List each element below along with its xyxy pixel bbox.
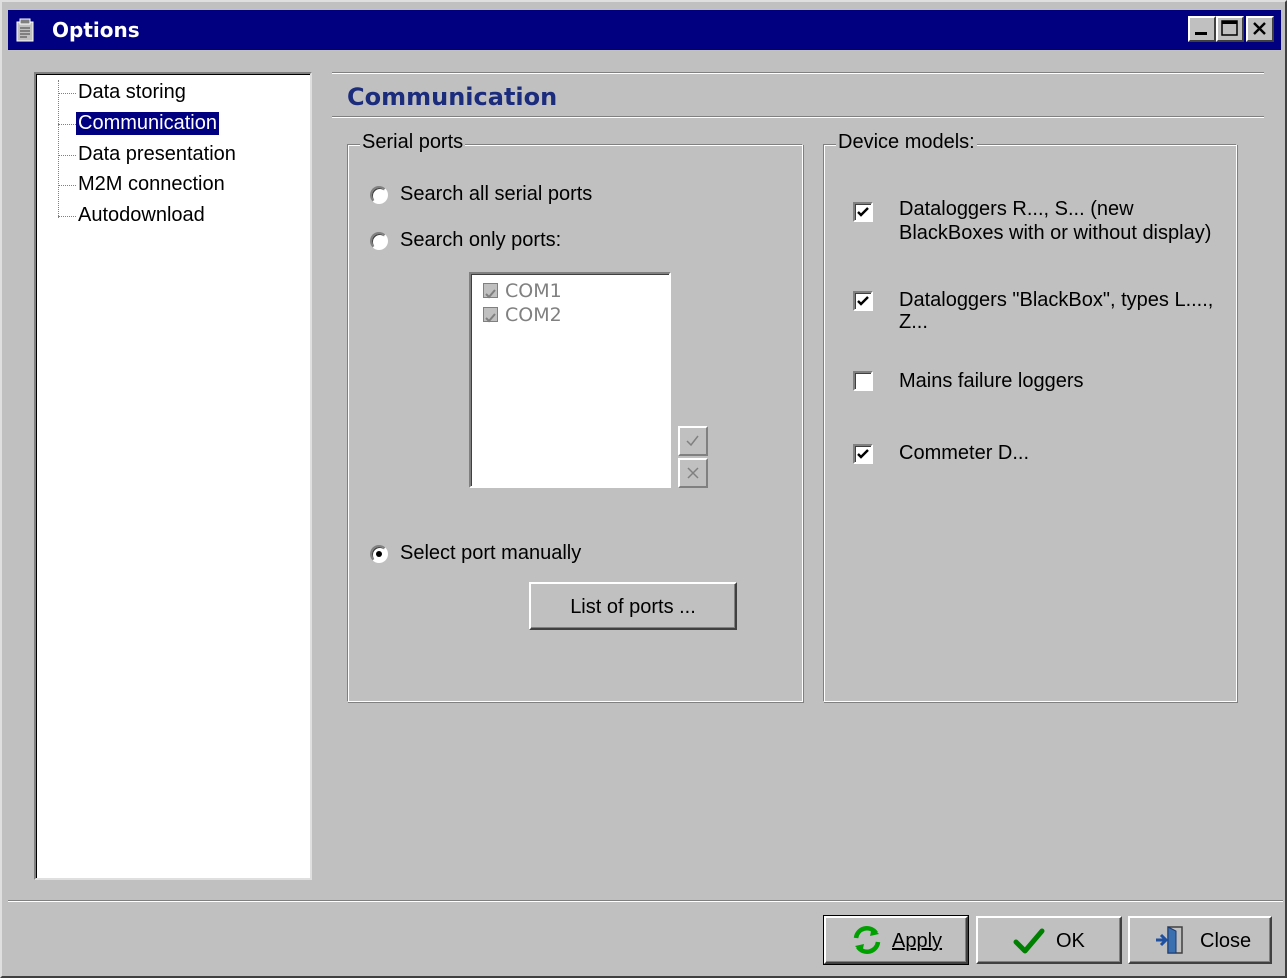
ok-button[interactable]: OK <box>976 916 1122 964</box>
checkmark-icon <box>1013 928 1045 954</box>
tree-item-label: Autodownload <box>78 204 205 226</box>
tree-item-label: M2M connection <box>78 173 225 195</box>
button-label: Apply <box>892 930 943 952</box>
checkbox-commeter[interactable] <box>853 444 873 464</box>
cross-icon <box>687 467 699 479</box>
header-divider-top <box>332 72 1264 74</box>
tree-guide-line <box>58 80 59 218</box>
window-title: Options <box>52 18 140 42</box>
checkbox-label-line2: BlackBoxes with or without display) <box>899 222 1212 244</box>
checkbox-dataloggers-blackbox[interactable] <box>853 291 873 311</box>
checkbox-label: Commeter D... <box>899 442 1030 464</box>
tree-connector <box>58 124 76 125</box>
page-title: Communication <box>347 83 558 111</box>
tree-connector <box>58 216 76 217</box>
checkmark-icon <box>857 207 869 217</box>
list-of-ports-button[interactable]: List of ports ... <box>529 582 737 630</box>
tree-item-label: Data presentation <box>78 143 236 165</box>
clipboard-icon <box>14 18 36 42</box>
checkbox-icon <box>483 283 498 299</box>
radio-search-only-ports[interactable] <box>370 232 388 250</box>
title-bar[interactable]: Options <box>8 10 1281 50</box>
tree-connector <box>58 93 76 94</box>
options-tree[interactable]: Data storing Communication Data presenta… <box>34 72 312 880</box>
header-divider-bottom <box>332 116 1264 118</box>
checkmark-icon <box>857 449 869 459</box>
radio-select-port-manually[interactable] <box>370 545 388 563</box>
checkbox-icon <box>483 307 498 323</box>
tree-connector <box>58 185 76 186</box>
footer-divider <box>8 900 1283 902</box>
port-label: COM1 <box>505 280 562 302</box>
radio-label: Search all serial ports <box>400 183 593 205</box>
maximize-icon <box>1221 20 1238 36</box>
group-caption: Serial ports <box>360 131 466 154</box>
port-list[interactable]: COM1 COM2 <box>469 272 671 488</box>
button-label: OK <box>1056 930 1085 952</box>
checkbox-label: Dataloggers "BlackBox", types L...., <box>899 289 1214 311</box>
checkbox-mains-failure-loggers[interactable] <box>853 371 873 391</box>
close-button[interactable]: Close <box>1128 916 1272 964</box>
refresh-icon <box>853 925 881 955</box>
group-caption: Device models: <box>836 131 977 154</box>
checkbox-label-line2: Z... <box>899 311 928 333</box>
port-label: COM2 <box>505 304 562 326</box>
minimize-button[interactable] <box>1188 16 1216 42</box>
check-all-button[interactable] <box>678 426 708 456</box>
checkbox-label: Dataloggers R..., S... (new <box>899 198 1134 220</box>
door-exit-icon <box>1156 926 1183 954</box>
close-window-button[interactable] <box>1246 16 1274 42</box>
radio-label: Select port manually <box>400 542 582 564</box>
minimize-icon <box>1195 32 1207 35</box>
radio-label: Search only ports: <box>400 229 562 251</box>
tree-item-label: Communication <box>75 111 220 136</box>
checkbox-label: Mains failure loggers <box>899 370 1084 392</box>
close-icon <box>1253 22 1266 35</box>
uncheck-all-button[interactable] <box>678 458 708 488</box>
checkbox-dataloggers-rs[interactable] <box>853 202 873 222</box>
button-label: List of ports ... <box>570 596 696 618</box>
button-label: Close <box>1200 930 1252 952</box>
apply-button[interactable]: Apply <box>823 915 969 965</box>
tree-connector <box>58 155 76 156</box>
tree-item-label: Data storing <box>78 81 186 103</box>
checkmark-icon <box>857 296 869 306</box>
maximize-button[interactable] <box>1216 16 1244 42</box>
radio-search-all-ports[interactable] <box>370 186 388 204</box>
options-window: Options Data storing Communication Data … <box>0 0 1287 978</box>
check-icon <box>686 435 699 447</box>
